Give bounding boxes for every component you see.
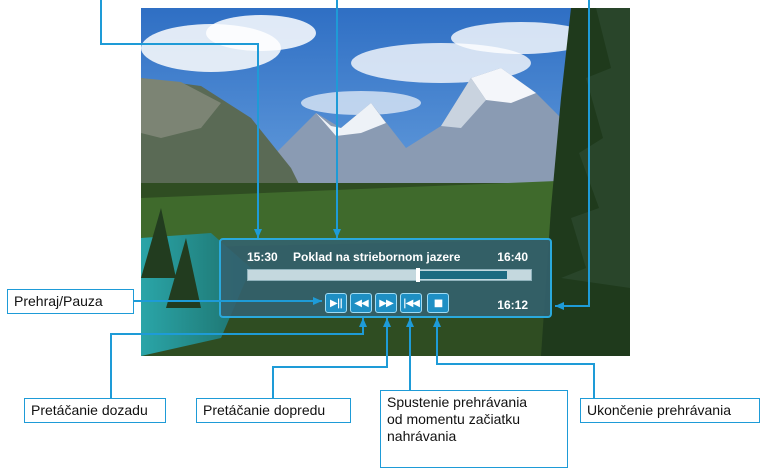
callout-restart: Spustenie prehrávania od momentu začiatk…: [380, 390, 568, 468]
callout-fast-forward-text: Pretáčanie dopredu: [203, 402, 326, 418]
callout-rewind-text: Pretáčanie dozadu: [31, 402, 148, 418]
callout-restart-line2: od momentu začiatku: [387, 411, 521, 427]
callout-play-pause-text: Prehraj/Pauza: [14, 293, 103, 309]
callout-line-stop: [436, 318, 595, 398]
callout-fast-forward: Pretáčanie dopredu: [196, 398, 351, 423]
callout-line-rewind: [110, 318, 364, 398]
callout-stop-text: Ukončenie prehrávania: [587, 402, 731, 418]
callout-line-current-time: [555, 0, 590, 307]
callout-play-pause: Prehraj/Pauza: [7, 289, 134, 314]
callout-line-fast-forward: [272, 318, 388, 398]
callout-stop: Ukončenie prehrávania: [580, 398, 760, 423]
callout-rewind: Pretáčanie dozadu: [24, 398, 166, 423]
callout-restart-line3: nahrávania: [387, 428, 457, 444]
callout-line-start-time: [100, 0, 259, 238]
callout-restart-line1: Spustenie prehrávania: [387, 394, 528, 410]
